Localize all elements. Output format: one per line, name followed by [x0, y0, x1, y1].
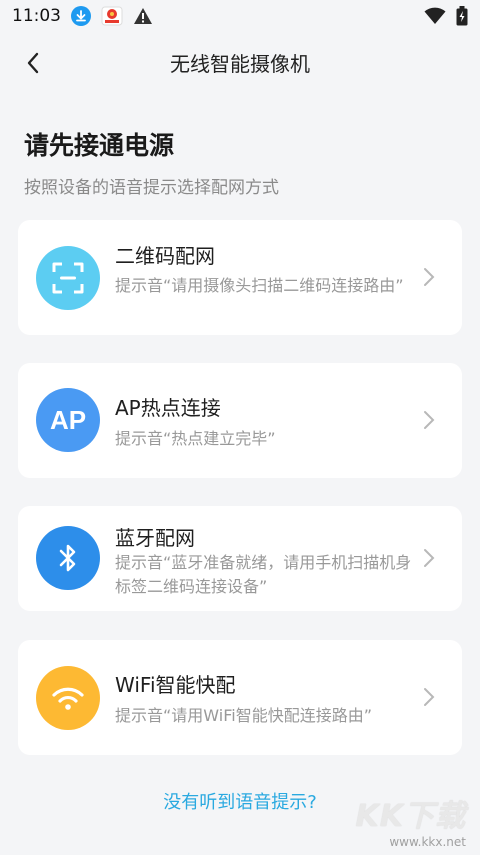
nav-bar: 无线智能摄像机: [0, 36, 480, 88]
ap-hotspot-option[interactable]: AP AP热点连接 提示音“热点建立完毕”: [18, 363, 462, 478]
notification-icons: [71, 6, 153, 26]
chevron-right-icon: [424, 411, 435, 429]
qr-scan-icon: [36, 246, 100, 310]
status-bar: 11:03: [0, 0, 480, 32]
page-subtitle: 按照设备的语音提示选择配网方式: [24, 178, 279, 198]
system-icons: [424, 6, 468, 26]
option-title: 二维码配网: [115, 244, 215, 268]
option-title: 蓝牙配网: [115, 526, 195, 550]
ap-icon: AP: [36, 388, 100, 452]
qr-config-option[interactable]: 二维码配网 提示音“请用摄像头扫描二维码连接路由”: [18, 220, 462, 335]
option-desc: 提示音“请用摄像头扫描二维码连接路由”: [115, 276, 404, 295]
chevron-right-icon: [424, 268, 435, 286]
wifi-signal-icon: [424, 7, 446, 24]
option-desc: 提示音“请用WiFi智能快配连接路由”: [115, 706, 372, 725]
option-desc: 提示音“蓝牙准备就绪，请用手机扫描机身标签二维码连接设备”: [115, 553, 412, 596]
option-title: WiFi智能快配: [115, 673, 236, 697]
wifi-smart-config-option[interactable]: WiFi智能快配 提示音“请用WiFi智能快配连接路由”: [18, 640, 462, 755]
watermark: KK下载 www.kkx.net: [356, 791, 467, 849]
bluetooth-config-option[interactable]: 蓝牙配网 提示音“蓝牙准备就绪，请用手机扫描机身标签二维码连接设备”: [18, 506, 462, 611]
status-time: 11:03: [12, 6, 61, 26]
chevron-right-icon: [424, 549, 435, 567]
warning-icon: [134, 8, 152, 24]
chevron-right-icon: [424, 688, 435, 706]
app-notification-icon: [101, 6, 123, 26]
nav-title: 无线智能摄像机: [170, 52, 310, 76]
option-desc: 提示音“热点建立完毕”: [115, 429, 276, 448]
wifi-icon: [36, 666, 100, 730]
watermark-logo: KK下载: [355, 799, 466, 834]
option-title: AP热点连接: [115, 396, 221, 420]
watermark-url: www.kkx.net: [389, 835, 466, 849]
page-title: 请先接通电源: [24, 131, 175, 160]
download-icon: [71, 6, 91, 26]
battery-icon: [456, 6, 468, 26]
ap-icon-text: AP: [49, 404, 87, 435]
bluetooth-icon: [36, 526, 100, 590]
